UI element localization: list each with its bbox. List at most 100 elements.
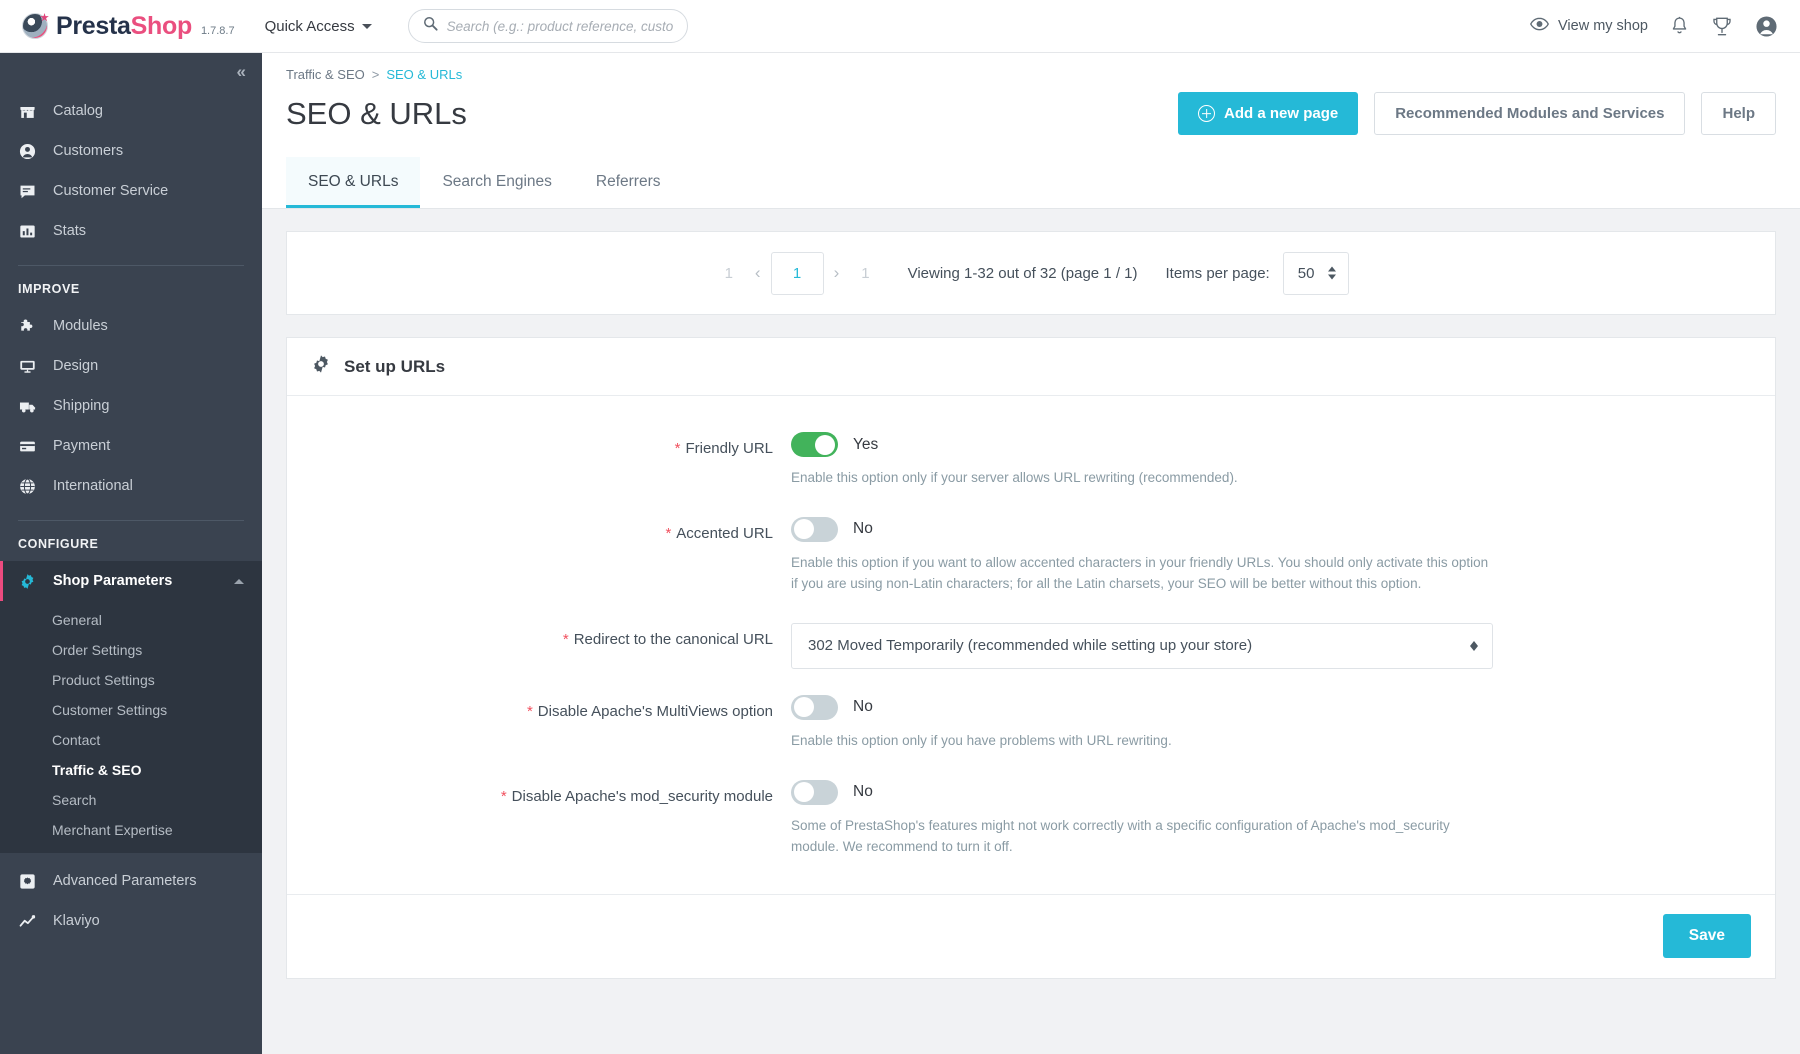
- sidebar-item-payment[interactable]: Payment: [0, 426, 262, 466]
- view-my-shop-link[interactable]: View my shop: [1530, 17, 1648, 35]
- global-search[interactable]: [407, 9, 688, 43]
- sidebar-divider-2: [18, 520, 244, 521]
- sidebar-item-label: International: [53, 478, 133, 494]
- recommended-modules-button[interactable]: Recommended Modules and Services: [1374, 92, 1686, 135]
- sidebar-subitem-product-settings[interactable]: Product Settings: [0, 665, 262, 695]
- form-field-multiviews: No Enable this option only if you have p…: [791, 694, 1751, 752]
- mod-security-switch-line: No: [791, 779, 1751, 805]
- sidebar-item-label: Design: [53, 358, 99, 374]
- eye-icon: [1530, 17, 1549, 35]
- toggle-knob: [794, 697, 814, 718]
- sidebar: « Catalog Customers Customer Service Sta…: [0, 53, 262, 1054]
- form-label-friendly-url: * Friendly URL: [311, 432, 791, 489]
- shop-parameters-submenu: General Order Settings Product Settings …: [0, 601, 262, 853]
- chat-icon: [18, 183, 37, 200]
- form-field-accented-url: No Enable this option if you want to all…: [791, 516, 1751, 595]
- sidebar-item-klaviyo[interactable]: Klaviyo: [0, 901, 262, 941]
- tab-search-engines[interactable]: Search Engines: [420, 157, 573, 208]
- bell-icon[interactable]: [1670, 16, 1689, 37]
- brand-name-shop: Shop: [130, 11, 193, 40]
- add-a-new-page-button[interactable]: Add a new page: [1178, 92, 1359, 135]
- sidebar-item-shop-parameters[interactable]: Shop Parameters: [0, 561, 262, 601]
- help-button[interactable]: Help: [1701, 92, 1776, 135]
- toggle-knob: [815, 434, 835, 455]
- required-star-icon: *: [500, 787, 507, 805]
- sidebar-subitem-merchant-expertise[interactable]: Merchant Expertise: [0, 815, 262, 845]
- quick-access-dropdown[interactable]: Quick Access: [265, 18, 372, 35]
- truck-icon: [18, 398, 37, 415]
- sidebar-item-design[interactable]: Design: [0, 346, 262, 386]
- sidebar-item-shipping[interactable]: Shipping: [0, 386, 262, 426]
- items-per-page-value: 50: [1297, 264, 1315, 282]
- sidebar-item-advanced-parameters[interactable]: Advanced Parameters: [0, 861, 262, 901]
- top-bar: PrestaShop 1.7.8.7 Quick Access View my …: [0, 0, 1800, 53]
- sidebar-subitem-customer-settings[interactable]: Customer Settings: [0, 695, 262, 725]
- tab-seo-urls[interactable]: SEO & URLs: [286, 157, 421, 208]
- pagination-last[interactable]: 1: [849, 265, 881, 282]
- sidebar-item-stats[interactable]: Stats: [0, 211, 262, 251]
- breadcrumb-parent[interactable]: Traffic & SEO: [286, 67, 365, 82]
- sidebar-subitem-contact[interactable]: Contact: [0, 725, 262, 755]
- friendly-url-toggle[interactable]: [791, 432, 838, 457]
- sidebar-item-customer-service[interactable]: Customer Service: [0, 171, 262, 211]
- pagination-next-icon[interactable]: ›: [824, 263, 850, 283]
- required-star-icon: *: [562, 630, 569, 648]
- trophy-icon[interactable]: [1711, 16, 1733, 37]
- page-header: Traffic & SEO > SEO & URLs SEO & URLs Ad…: [262, 53, 1800, 157]
- form-label-accented-url: * Accented URL: [311, 517, 791, 595]
- friendly-url-switch-line: Yes: [791, 432, 1751, 457]
- canonical-redirect-select[interactable]: 302 Moved Temporarily (recommended while…: [791, 622, 1493, 669]
- content-area: 1 ‹ 1 › 1 Viewing 1-32 out of 32 (page 1…: [262, 231, 1800, 979]
- trend-icon: [18, 913, 37, 930]
- form-field-friendly-url: Yes Enable this option only if your serv…: [791, 432, 1751, 489]
- gear-icon: [18, 573, 37, 590]
- gear-icon: [311, 354, 331, 379]
- items-per-page-select[interactable]: 50: [1282, 251, 1350, 295]
- select-spinner-icon: [1328, 266, 1337, 280]
- pagination-current-page[interactable]: 1: [770, 251, 824, 295]
- pagination-info: Viewing 1-32 out of 32 (page 1 / 1): [907, 264, 1138, 282]
- version-label: 1.7.8.7: [200, 24, 235, 37]
- multiviews-switch-line: No: [791, 694, 1751, 720]
- credit-card-icon: [18, 438, 37, 455]
- accented-url-help: Enable this option if you want to allow …: [791, 554, 1489, 591]
- top-bar-actions: View my shop: [1530, 15, 1800, 38]
- sidebar-subitem-traffic-seo[interactable]: Traffic & SEO: [0, 755, 262, 785]
- pagination-prev-icon[interactable]: ‹: [745, 263, 771, 283]
- collapse-sidebar-icon[interactable]: «: [237, 62, 247, 82]
- form-label-multiviews: * Disable Apache's MultiViews option: [311, 695, 791, 752]
- sidebar-subitem-order-settings[interactable]: Order Settings: [0, 635, 262, 665]
- sidebar-item-label: Payment: [53, 438, 111, 454]
- plus-circle-icon: [1198, 105, 1216, 122]
- sidebar-collapse-row: «: [0, 53, 262, 91]
- setup-urls-panel-header: Set up URLs: [287, 338, 1775, 396]
- save-button[interactable]: Save: [1662, 914, 1751, 959]
- setup-urls-title: Set up URLs: [344, 356, 446, 376]
- add-a-new-page-label: Add a new page: [1224, 105, 1339, 122]
- accented-url-toggle[interactable]: [791, 516, 838, 542]
- pagination-first[interactable]: 1: [713, 265, 745, 282]
- sidebar-item-international[interactable]: International: [0, 466, 262, 506]
- sidebar-item-label: Stats: [53, 223, 87, 239]
- form-field-mod-security: No Some of PrestaShop's features might n…: [791, 779, 1751, 858]
- sidebar-item-catalog[interactable]: Catalog: [0, 91, 262, 131]
- tab-referrers[interactable]: Referrers: [574, 157, 683, 208]
- canonical-redirect-value: 302 Moved Temporarily (recommended while…: [808, 637, 1253, 655]
- sidebar-subitem-search[interactable]: Search: [0, 785, 262, 815]
- mod-security-toggle[interactable]: [791, 779, 838, 805]
- brand-logo-area[interactable]: Presta Shop 1.7.8.7: [22, 12, 235, 41]
- sidebar-subitem-general[interactable]: General: [0, 605, 262, 635]
- sidebar-item-label: Klaviyo: [53, 913, 100, 929]
- sidebar-item-label: Shop Parameters: [53, 573, 173, 589]
- label-text: Friendly URL: [685, 440, 773, 457]
- sidebar-item-customers[interactable]: Customers: [0, 131, 262, 171]
- form-row-mod-security: * Disable Apache's mod_security module No…: [311, 779, 1751, 858]
- multiviews-toggle[interactable]: [791, 694, 838, 720]
- mod-security-help: Some of PrestaShop's features might not …: [791, 817, 1450, 854]
- account-avatar-icon[interactable]: [1755, 15, 1778, 38]
- breadcrumb-current: SEO & URLs: [386, 67, 463, 82]
- breadcrumb-separator: >: [371, 67, 380, 82]
- search-input[interactable]: [446, 18, 673, 34]
- sidebar-item-modules[interactable]: Modules: [0, 306, 262, 346]
- bar-chart-icon: [18, 223, 37, 240]
